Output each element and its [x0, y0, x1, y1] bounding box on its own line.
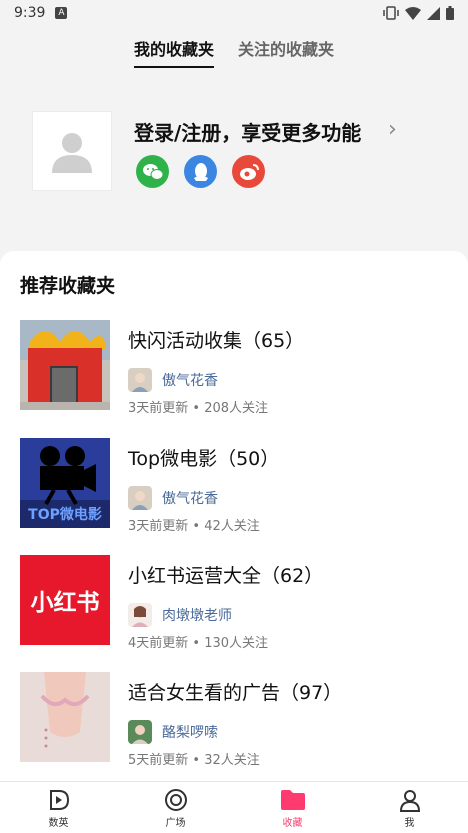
chevron-right-icon[interactable]: › [388, 117, 397, 142]
status-time: 9:39 [14, 5, 46, 21]
collection-author[interactable]: 傲气花香 [128, 486, 218, 510]
popup-store-thumbnail [20, 320, 110, 410]
tab-followed-collections[interactable]: 关注的收藏夹 [238, 36, 334, 68]
author-avatar [128, 368, 152, 392]
author-name[interactable]: 傲气花香 [162, 370, 218, 390]
thumbnail-logo-text: 小红书 [30, 590, 100, 616]
nav-label: 收藏 [282, 817, 303, 829]
signal-icon [427, 6, 440, 20]
nav-collections[interactable]: 收藏 [234, 782, 351, 833]
collection-title: Top微电影（50） [128, 448, 280, 470]
default-avatar-icon [52, 133, 92, 173]
collection-item[interactable]: 快闪活动收集（65） 傲气花香 3天前更新 • 208人关注 [20, 320, 460, 416]
bottom-nav: 数英 广场 收藏 我 [0, 781, 468, 833]
tab-my-collections[interactable]: 我的收藏夹 [133, 36, 214, 68]
collection-item[interactable]: TOP微电影 Top微电影（50） 傲气花香 3天前更新 • 42人关注 [20, 438, 460, 534]
folder-icon [280, 787, 306, 813]
author-name[interactable]: 酪梨啰嗦 [162, 722, 218, 742]
nav-shuying[interactable]: 数英 [0, 782, 117, 833]
nav-label: 数英 [48, 817, 69, 829]
collection-meta: 3天前更新 • 42人关注 [128, 519, 260, 534]
wifi-icon [405, 6, 421, 20]
nav-label: 广场 [165, 817, 186, 829]
collection-author[interactable]: 酪梨啰嗦 [128, 720, 218, 744]
author-name[interactable]: 傲气花香 [162, 488, 218, 508]
collection-tabs: 我的收藏夹 关注的收藏夹 [0, 36, 468, 68]
nav-square[interactable]: 广场 [117, 782, 234, 833]
qq-icon[interactable] [184, 155, 217, 188]
collection-item[interactable]: 适合女生看的广告（97） 酪梨啰嗦 5天前更新 • 32人关注 [20, 672, 460, 768]
login-register-link[interactable]: 登录/注册，享受更多功能 [134, 117, 361, 146]
thumbnail-caption: TOP微电影 [28, 507, 102, 523]
xiaohongshu-logo-thumbnail: 小红书 [20, 555, 110, 645]
nav-label: 我 [404, 817, 415, 829]
collection-author[interactable]: 肉墩墩老师 [128, 603, 232, 627]
section-title: 推荐收藏夹 [20, 275, 116, 297]
collection-title: 快闪活动收集（65） [128, 330, 305, 352]
avatar[interactable] [32, 111, 112, 191]
recommended-panel: 推荐收藏夹 快闪活动收集（65） 傲气花香 3天前更新 • 208人关注 TOP… [0, 251, 468, 781]
status-bar: 9:39 A [0, 0, 468, 26]
author-name[interactable]: 肉墩墩老师 [162, 605, 232, 625]
author-avatar [128, 720, 152, 744]
collection-item[interactable]: 小红书 小红书运营大全（62） 肉墩墩老师 4天前更新 • 130人关注 [20, 555, 460, 651]
author-avatar [128, 486, 152, 510]
collection-author[interactable]: 傲气花香 [128, 368, 218, 392]
collection-meta: 3天前更新 • 208人关注 [128, 401, 269, 416]
nav-me[interactable]: 我 [351, 782, 468, 833]
profile-login-card[interactable]: 登录/注册，享受更多功能 › [32, 111, 436, 191]
shuying-logo-icon [47, 787, 71, 813]
author-avatar [128, 603, 152, 627]
vibrate-icon [383, 6, 399, 20]
wechat-icon[interactable] [136, 155, 169, 188]
notification-icon: A [55, 7, 68, 19]
target-circle-icon [164, 787, 188, 813]
social-login-row [136, 155, 265, 188]
weibo-icon[interactable] [232, 155, 265, 188]
collection-title: 适合女生看的广告（97） [128, 682, 343, 704]
collection-title: 小红书运营大全（62） [128, 565, 324, 587]
collection-meta: 5天前更新 • 32人关注 [128, 753, 260, 768]
movie-camera-thumbnail: TOP微电影 [20, 438, 110, 528]
battery-icon [446, 6, 454, 20]
person-icon [398, 787, 422, 813]
collection-meta: 4天前更新 • 130人关注 [128, 636, 269, 651]
lingerie-thumbnail [20, 672, 110, 762]
